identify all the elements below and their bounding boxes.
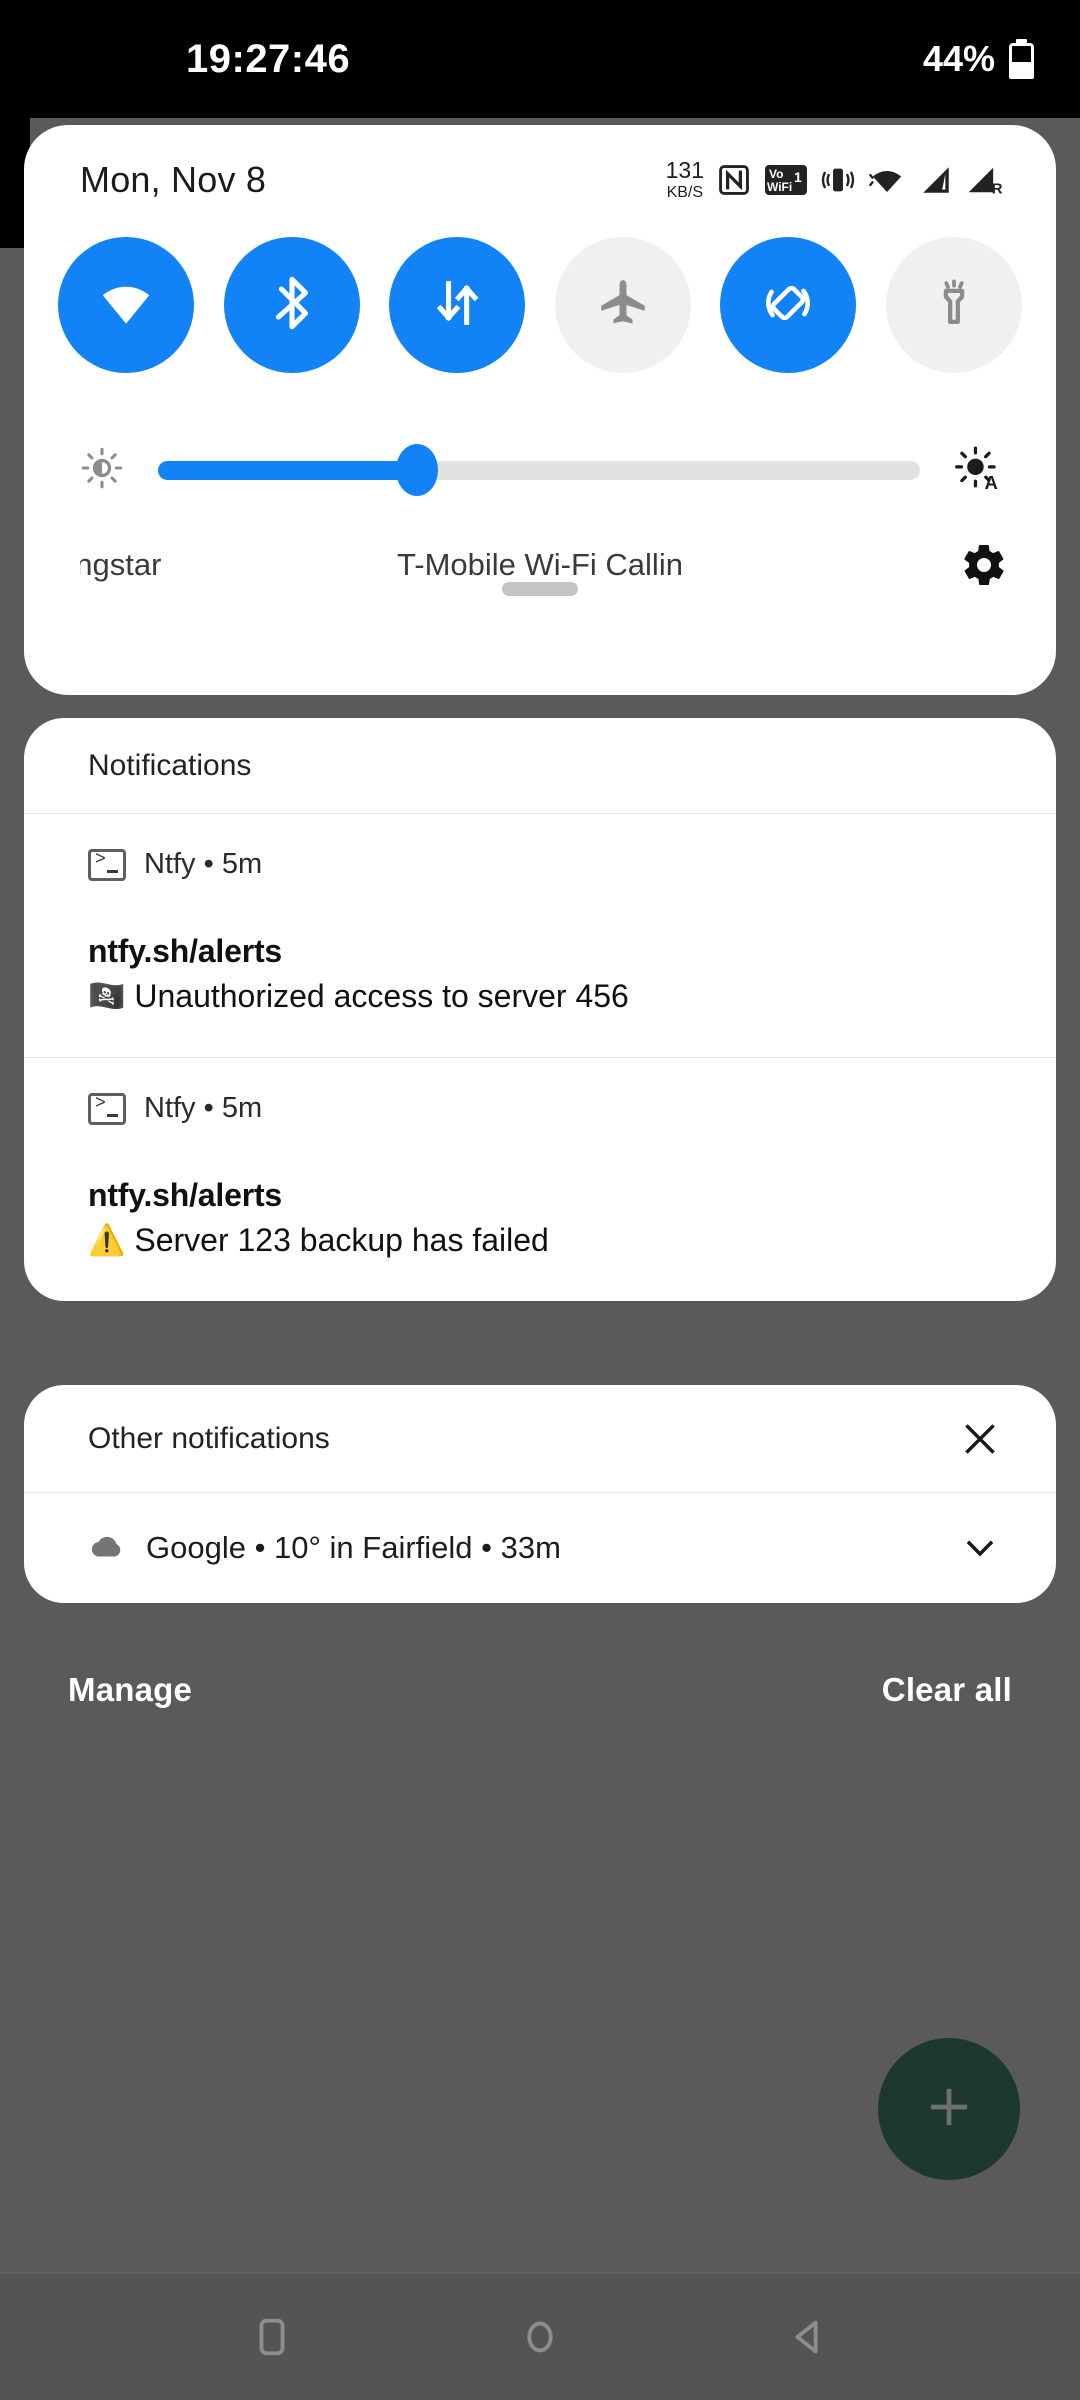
shade-action-bar: Manage Clear all [0,1635,1080,1745]
carrier-label-left: ongstar [80,547,162,582]
bluetooth-icon [263,274,321,337]
svg-text:WiFi: WiFi [767,180,792,194]
battery-icon [1009,39,1034,79]
pirate-flag-icon: 🏴‍☠️ [88,979,126,1013]
notification-item[interactable]: Ntfy • 5m ntfy.sh/alerts 🏴‍☠️ Unauthoriz… [24,814,1056,1057]
status-bar-clock: 19:27:46 [186,36,351,81]
notification-shade-screen: 19:27:46 44% Mon, Nov 8 131 KB/S Vo WiFi… [0,0,1080,2400]
notification-item[interactable]: Ntfy • 5m ntfy.sh/alerts ⚠️ Server 123 b… [24,1057,1056,1301]
status-bar-right-cluster: 44% [923,38,1034,80]
other-notifications-header: Other notifications [24,1385,1056,1493]
auto-rotate-icon [759,274,817,337]
quick-settings-status-icons: 131 KB/S Vo WiFi 1 R [666,159,1004,201]
notification-app-and-time: Ntfy • 5m [144,1092,263,1124]
vowifi-icon: Vo WiFi 1 [764,163,808,197]
svg-text:Vo: Vo [769,167,783,181]
qs-tile-auto-rotate[interactable] [720,237,857,373]
network-speed-unit: KB/S [666,184,704,201]
clear-all-button[interactable]: Clear all [882,1671,1012,1709]
carrier-label-center: T-Mobile Wi-Fi Callin [397,547,683,582]
cloud-icon [88,1531,126,1566]
quick-settings-tiles [24,237,1056,373]
nfc-icon [717,163,751,197]
qs-tile-mobile-data[interactable] [389,237,526,373]
notification-app-and-time: Ntfy • 5m [144,848,263,880]
brightness-slider-fill [158,460,418,480]
qs-tile-airplane-mode[interactable] [554,237,691,373]
mobile-data-icon [428,274,486,337]
other-notification-label: Google • 10° in Fairfield • 33m [146,1530,561,1565]
signal-icon [919,163,953,197]
flashlight-icon [927,276,981,335]
vibrate-icon [821,163,855,197]
wifi-icon [868,163,906,197]
add-fab-button[interactable] [878,2038,1020,2180]
manage-button[interactable]: Manage [68,1671,192,1709]
warning-icon: ⚠️ [88,1223,126,1257]
terminal-icon [88,1092,126,1125]
notification-meta-row: Ntfy • 5m [88,1092,992,1125]
plus-icon [922,2080,976,2139]
other-notifications-label: Other notifications [88,1421,330,1455]
airplane-icon [595,275,651,336]
chevron-down-icon[interactable] [960,1528,1000,1568]
other-notification-row[interactable]: Google • 10° in Fairfield • 33m [24,1493,1056,1603]
svg-text:1: 1 [794,169,802,185]
network-speed-indicator: 131 KB/S [666,159,704,201]
signal-roaming-icon: R [966,163,1004,197]
svg-text:A: A [985,473,998,491]
notification-body-text: Server 123 backup has failed [134,1222,549,1258]
brightness-low-icon [80,446,124,495]
battery-percent-label: 44% [922,38,995,79]
wifi-icon [95,272,157,339]
close-icon[interactable] [960,1419,1000,1459]
notifications-section: Notifications Ntfy • 5m ntfy.sh/alerts 🏴… [24,718,1056,1301]
brightness-slider[interactable] [158,444,920,496]
quick-settings-drag-handle[interactable] [502,582,578,596]
carrier-info-row: ongstar T-Mobile Wi-Fi Callin [24,510,1056,620]
notification-title: ntfy.sh/alerts [88,933,282,969]
notification-body-text: Unauthorized access to server 456 [134,978,629,1014]
qs-tile-flashlight[interactable] [885,237,1022,373]
notification-body-row: ⚠️ Server 123 backup has failed [88,1222,992,1259]
other-notifications-section: Other notifications Google • 10° in Fair… [24,1385,1056,1603]
gear-icon[interactable] [960,541,1008,589]
notifications-section-header: Notifications [24,718,1056,814]
back-icon[interactable] [763,2292,853,2382]
qs-tile-bluetooth[interactable] [223,237,360,373]
navigation-bar [0,2272,1080,2400]
notification-body-row: 🏴‍☠️ Unauthorized access to server 456 [88,978,992,1015]
status-bar: 19:27:46 44% [0,0,1080,118]
quick-settings-header: Mon, Nov 8 131 KB/S Vo WiFi 1 R [24,125,1056,235]
qs-tile-wifi[interactable] [58,237,194,373]
notification-meta-row: Ntfy • 5m [88,848,992,881]
notification-title: ntfy.sh/alerts [88,1177,282,1213]
recents-icon[interactable] [227,2292,317,2382]
svg-text:R: R [992,181,1003,197]
brightness-slider-thumb[interactable] [396,444,439,496]
brightness-slider-row: A [24,425,1056,515]
quick-settings-date: Mon, Nov 8 [80,159,267,200]
quick-settings-panel: Mon, Nov 8 131 KB/S Vo WiFi 1 R A ngstar… [24,125,1056,695]
home-icon[interactable] [495,2292,585,2382]
network-speed-value: 131 [665,157,704,183]
brightness-auto-icon[interactable]: A [954,445,1000,496]
terminal-icon [88,848,126,881]
